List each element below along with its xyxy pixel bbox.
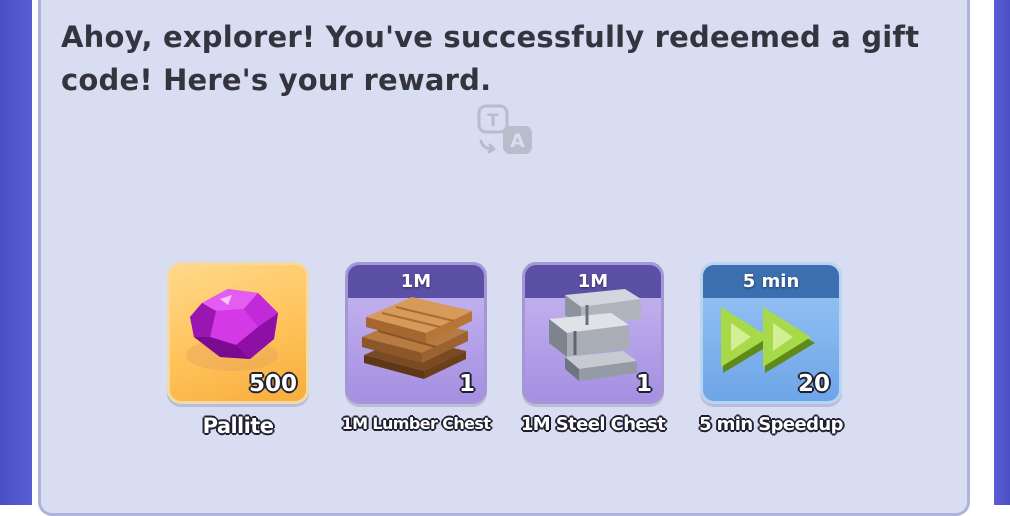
left-backdrop bbox=[0, 0, 32, 505]
reward-quantity: 20 bbox=[797, 371, 830, 397]
reward-quantity: 1 bbox=[635, 371, 652, 397]
svg-text:T: T bbox=[487, 111, 499, 131]
reward-label-lumber-chest: 1M Lumber Chest bbox=[341, 414, 491, 433]
svg-text:A: A bbox=[510, 130, 525, 152]
reward-label-steel-chest: 1M Steel Chest bbox=[520, 414, 666, 435]
reward-message: Ahoy, explorer! You've successfully rede… bbox=[61, 20, 920, 97]
reward-card-lumber-chest[interactable]: 1M 1 bbox=[345, 262, 487, 404]
translate-icon[interactable]: T A bbox=[477, 103, 535, 157]
reward-label-speedup: 5 min Speedup bbox=[699, 414, 843, 435]
reward-card-steel-chest[interactable]: 1M 1 bbox=[522, 262, 664, 404]
reward-card-pallite[interactable]: 500 bbox=[167, 262, 309, 404]
reward-quantity: 1 bbox=[458, 371, 475, 397]
right-backdrop bbox=[994, 0, 1010, 505]
reward-label-pallite: Pallite bbox=[202, 414, 274, 438]
reward-card-speedup[interactable]: 5 min 20 bbox=[700, 262, 842, 404]
reward-quantity: 500 bbox=[248, 371, 297, 397]
